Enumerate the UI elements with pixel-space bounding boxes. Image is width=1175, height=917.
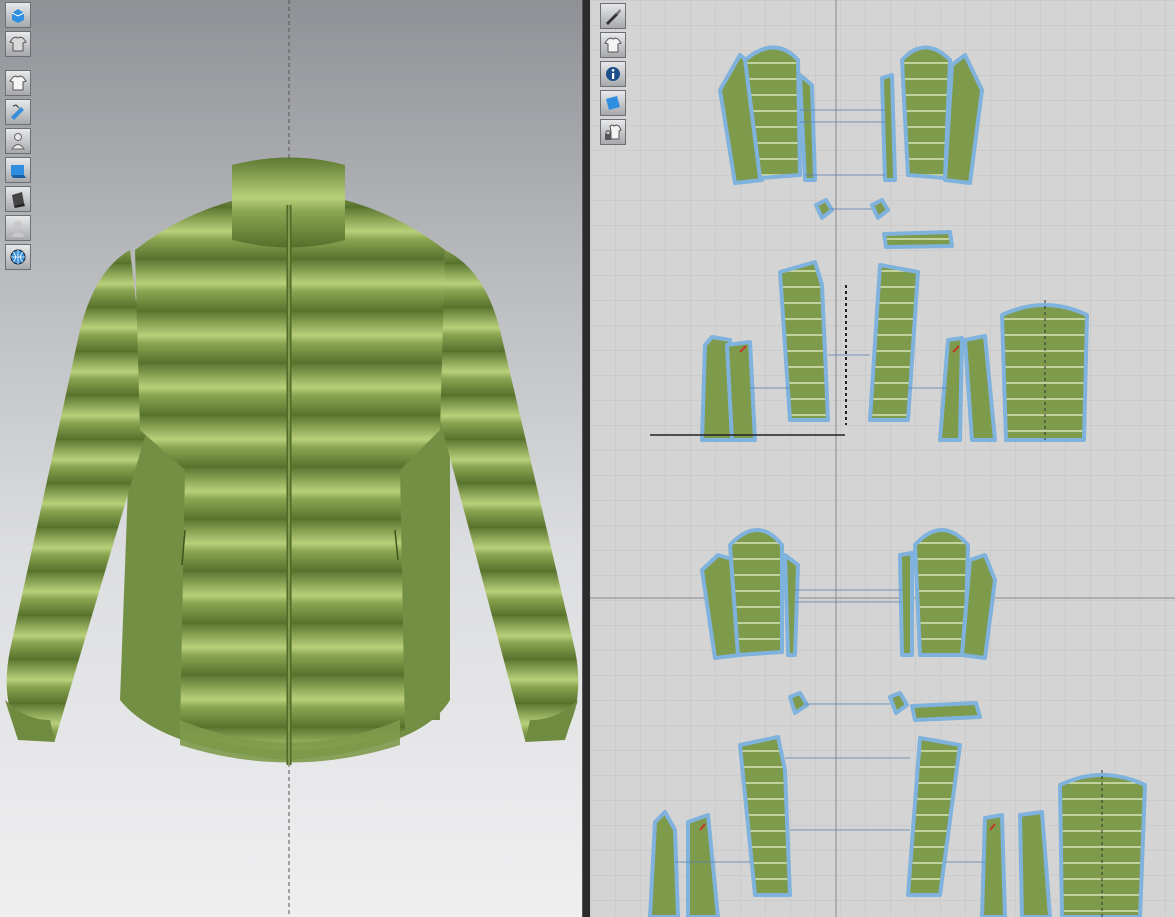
pattern-piece [778, 260, 830, 422]
info-button[interactable] [600, 61, 626, 87]
show-garment-icon [9, 75, 27, 91]
pattern-piece [648, 810, 680, 917]
show-pattern-button[interactable] [5, 99, 31, 125]
2d-pattern-viewport[interactable] [590, 0, 1175, 917]
pattern-piece [868, 263, 920, 422]
texture-2d-icon [606, 96, 620, 110]
texture-display-button[interactable] [5, 157, 31, 183]
show-avatar-button[interactable] [5, 128, 31, 154]
pattern-piece [900, 45, 952, 180]
lock-garment-icon [605, 124, 622, 140]
pattern-piece [980, 813, 1007, 917]
pen-tool-icon [606, 9, 621, 25]
garment-display-icon [9, 36, 27, 52]
show-garment-button[interactable] [5, 70, 31, 96]
garment-display-button[interactable] [5, 31, 31, 57]
pattern-piece [898, 551, 914, 657]
pattern-piece [798, 73, 817, 182]
avatar-silhouette-button[interactable] [5, 215, 31, 241]
3d-view-toolbar [5, 2, 31, 273]
pattern-piece [910, 701, 982, 722]
show-2d-garment-button[interactable] [600, 32, 626, 58]
3d-avatar-display-button[interactable] [5, 2, 31, 28]
show-avatar-icon [11, 133, 25, 150]
3d-viewport[interactable] [0, 0, 582, 917]
pattern-piece [783, 553, 800, 657]
3d-avatar-display-icon [11, 9, 25, 23]
pen-tool-button[interactable] [600, 3, 626, 29]
show-pattern-icon [11, 104, 24, 120]
show-2d-garment-icon [604, 37, 622, 53]
pattern-piece [880, 73, 897, 182]
environment-globe-button[interactable] [5, 244, 31, 270]
right-sleeve [440, 250, 579, 740]
info-icon [606, 67, 620, 81]
render-mode-icon [12, 192, 25, 208]
texture-display-icon [11, 165, 26, 178]
avatar-silhouette-icon [11, 221, 25, 237]
pattern-piece [882, 230, 954, 249]
jacket-3d-render [5, 0, 579, 917]
lock-garment-button[interactable] [600, 119, 626, 145]
texture-2d-button[interactable] [600, 90, 626, 116]
2d-view-toolbar [600, 3, 626, 148]
environment-globe-icon [10, 249, 26, 265]
pattern-canvas [590, 0, 1175, 917]
pattern-piece [725, 340, 757, 442]
pattern-piece [728, 528, 784, 657]
pattern-piece [913, 528, 970, 657]
render-mode-button[interactable] [5, 186, 31, 212]
